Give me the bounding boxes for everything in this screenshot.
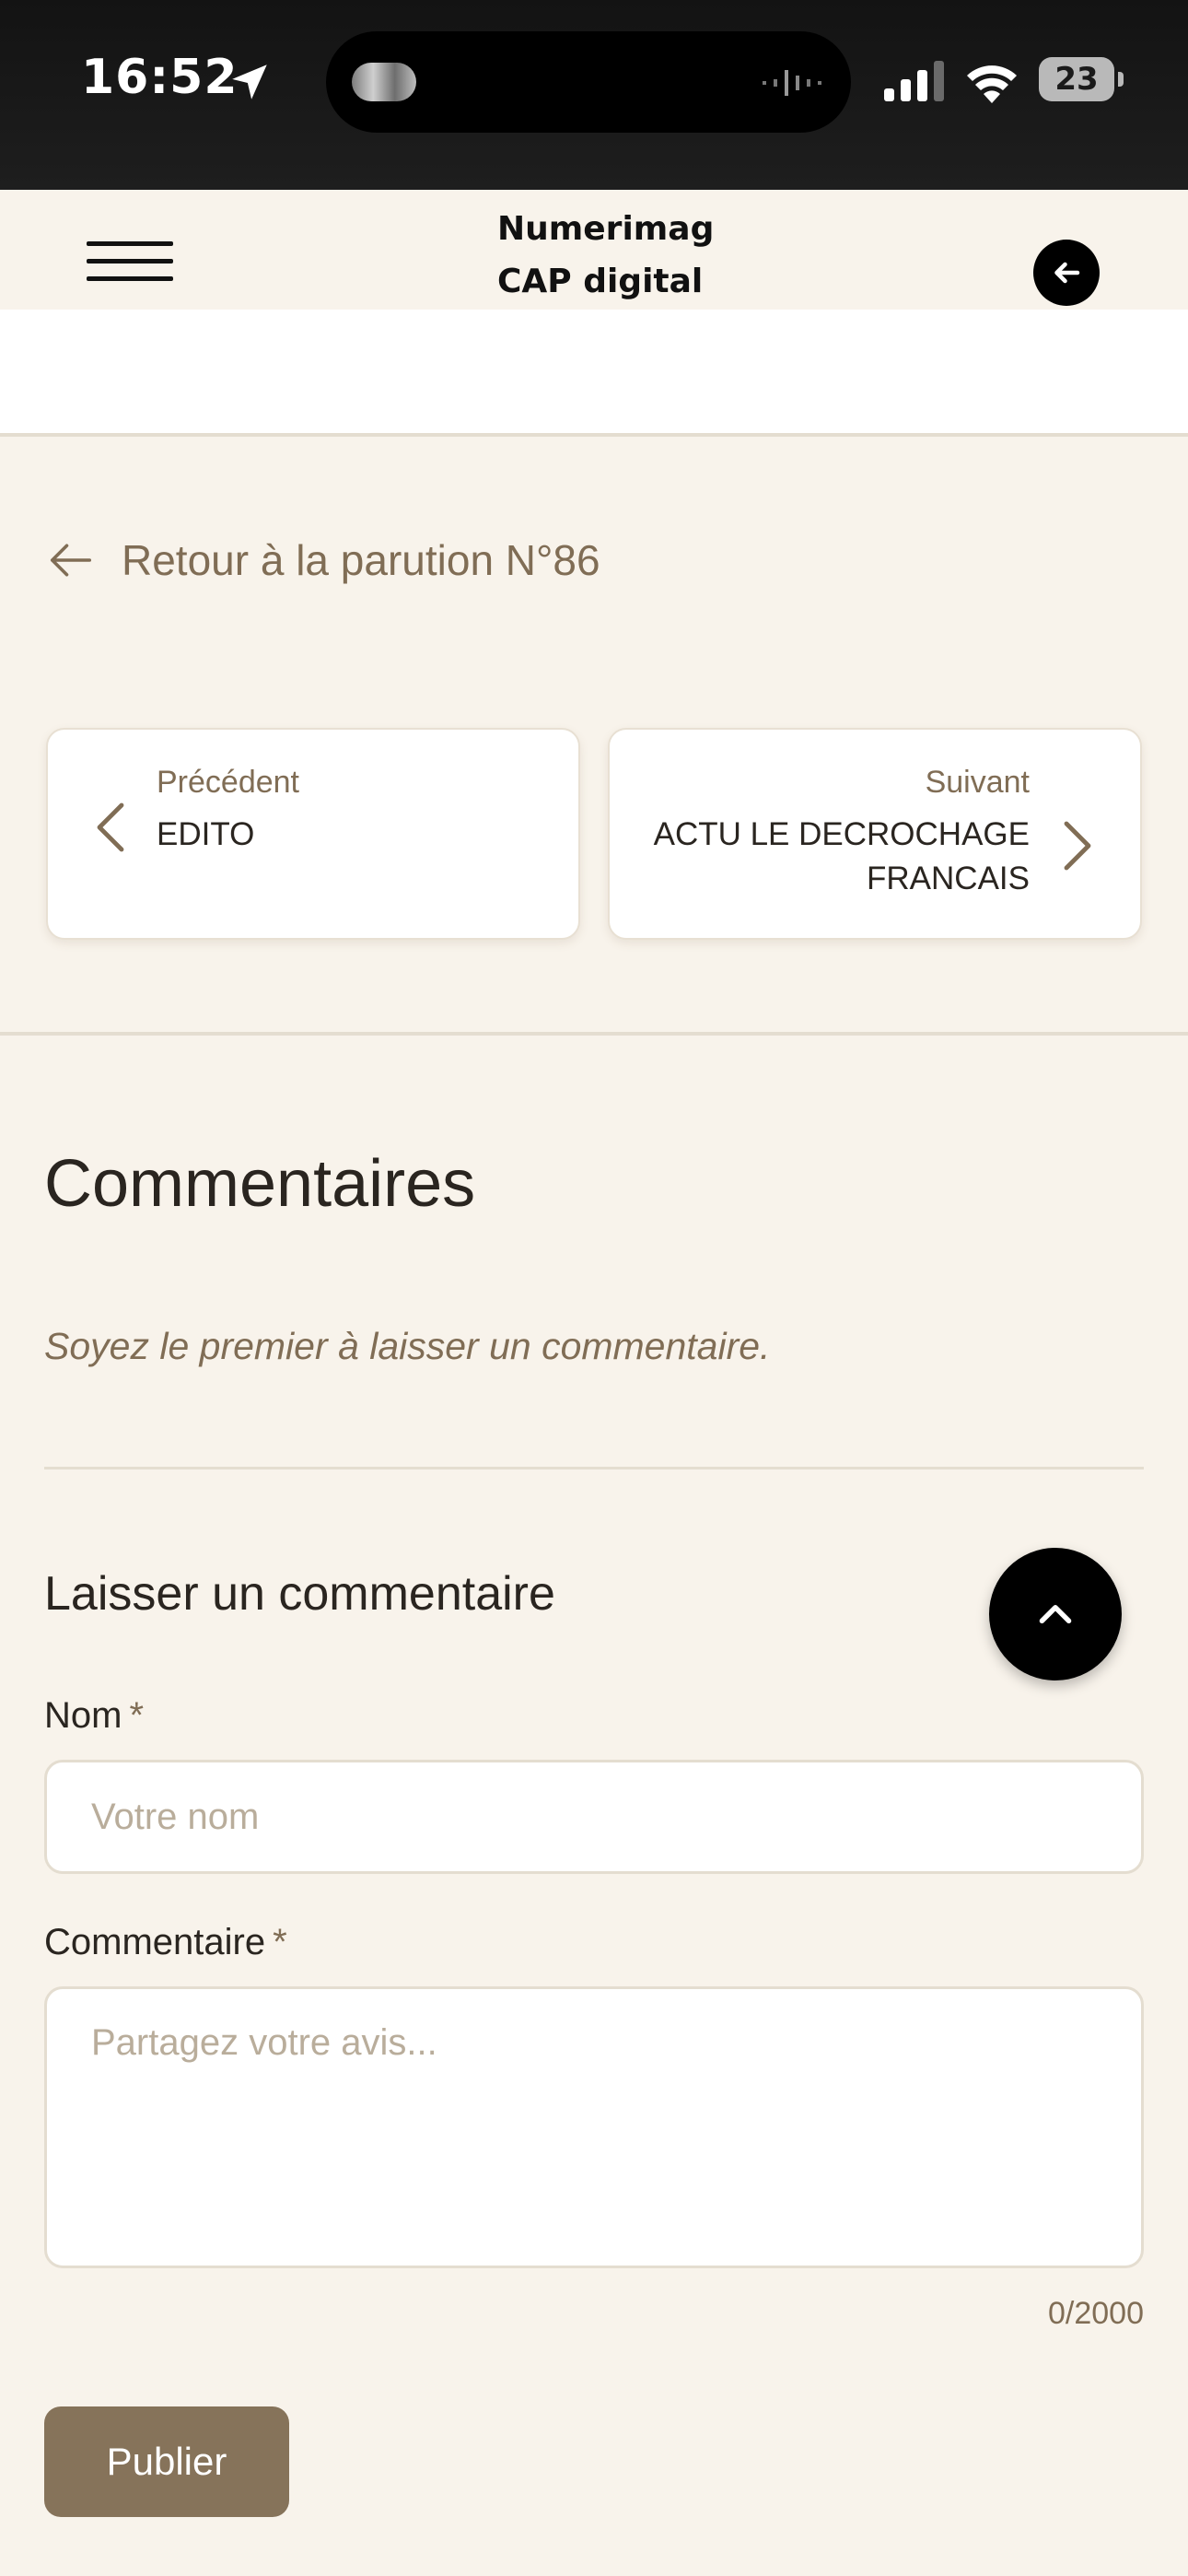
required-mark: * bbox=[129, 1695, 145, 1736]
return-to-issue-link[interactable]: Retour à la parution N°86 bbox=[46, 531, 600, 590]
character-counter: 0/2000 bbox=[1048, 2296, 1144, 2331]
status-bar: 16:52 23 bbox=[0, 0, 1188, 190]
publish-button[interactable]: Publier bbox=[44, 2406, 289, 2517]
hamburger-menu-icon[interactable] bbox=[87, 241, 173, 287]
previous-caption: Précédent bbox=[157, 765, 299, 800]
app-header: Numerimag CAP digital bbox=[0, 190, 1188, 310]
comment-label: Commentaire * bbox=[44, 1922, 287, 1963]
name-label-text: Nom bbox=[44, 1695, 122, 1736]
chevron-right-icon bbox=[1064, 821, 1091, 871]
app-title-line2: CAP digital bbox=[497, 263, 704, 300]
menu-line bbox=[87, 276, 173, 281]
chevron-left-icon bbox=[97, 802, 124, 852]
next-caption: Suivant bbox=[925, 765, 1030, 800]
signal-icon bbox=[884, 61, 944, 101]
chevron-up-icon bbox=[1039, 1605, 1072, 1624]
required-mark: * bbox=[273, 1922, 287, 1962]
menu-line bbox=[87, 259, 173, 263]
divider bbox=[0, 433, 1188, 437]
menu-line bbox=[87, 241, 173, 246]
location-arrow-icon bbox=[232, 64, 267, 100]
battery-icon: 23 bbox=[1039, 57, 1124, 101]
app-title-line1: Numerimag bbox=[497, 210, 715, 248]
status-time: 16:52 bbox=[81, 50, 239, 105]
divider bbox=[44, 1467, 1144, 1469]
divider bbox=[0, 1032, 1188, 1036]
dynamic-island bbox=[326, 31, 851, 133]
comment-textarea[interactable] bbox=[44, 1986, 1144, 2268]
comment-label-text: Commentaire bbox=[44, 1922, 266, 1962]
wifi-icon bbox=[967, 65, 1017, 103]
now-playing-artwork bbox=[352, 63, 416, 101]
arrow-left-icon bbox=[1054, 262, 1080, 284]
comment-form-heading: Laisser un commentaire bbox=[44, 1567, 555, 1621]
name-label: Nom * bbox=[44, 1695, 144, 1737]
back-button[interactable] bbox=[1033, 240, 1100, 306]
previous-title: EDITO bbox=[157, 816, 255, 852]
next-article-card[interactable]: Suivant ACTU LE DECROCHAGE FRANCAIS bbox=[608, 728, 1142, 940]
next-title: ACTU LE DECROCHAGE FRANCAIS bbox=[653, 816, 1030, 896]
no-comments-message: Soyez le premier à laisser un commentair… bbox=[44, 1325, 771, 1367]
content-band bbox=[0, 310, 1188, 435]
audio-wave-icon bbox=[763, 70, 821, 96]
return-link-label: Retour à la parution N°86 bbox=[122, 536, 600, 584]
scroll-to-top-button[interactable] bbox=[989, 1548, 1122, 1680]
name-input[interactable] bbox=[44, 1760, 1144, 1874]
app-title: Numerimag CAP digital bbox=[497, 203, 714, 308]
arrow-left-icon bbox=[50, 544, 92, 577]
comments-heading: Commentaires bbox=[44, 1147, 476, 1221]
previous-article-card[interactable]: Précédent EDITO bbox=[46, 728, 580, 940]
